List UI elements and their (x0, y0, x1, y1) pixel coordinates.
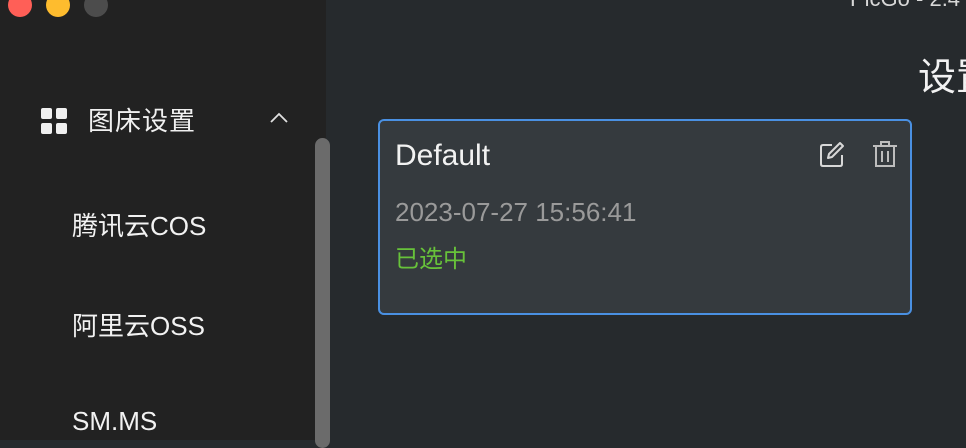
sidebar-section-picbed-settings[interactable]: 图床设置 (40, 100, 290, 138)
sidebar-item-aliyun-oss[interactable]: 阿里云OSS (72, 306, 205, 343)
config-timestamp: 2023-07-27 15:56:41 (395, 197, 637, 227)
edit-icon[interactable] (818, 139, 846, 169)
sidebar-section-label: 图床设置 (88, 105, 197, 136)
minimize-window-button[interactable] (46, 0, 70, 17)
config-card[interactable]: Default 2023-07-27 15:56:41 已选中 (378, 119, 912, 315)
sidebar-item-smms[interactable]: SM.MS (72, 406, 157, 437)
selected-status: 已选中 (395, 246, 467, 273)
window-title: PicGo - 2.4 (850, 0, 960, 12)
delete-icon[interactable] (871, 139, 899, 169)
close-window-button[interactable] (8, 0, 32, 17)
grid-icon (40, 105, 68, 134)
sidebar: 图床设置 腾讯云COS 阿里云OSS SM.MS (0, 0, 330, 448)
page-title: 设置 (918, 57, 966, 99)
window-controls (8, 0, 108, 17)
zoom-window-button[interactable] (84, 0, 108, 17)
chevron-up-icon[interactable] (268, 107, 290, 129)
main-panel: PicGo - 2.4 设置 Default 2023-07-27 15:56:… (326, 0, 966, 440)
sidebar-item-tencent-cos[interactable]: 腾讯云COS (72, 206, 206, 243)
config-name: Default (395, 139, 491, 172)
